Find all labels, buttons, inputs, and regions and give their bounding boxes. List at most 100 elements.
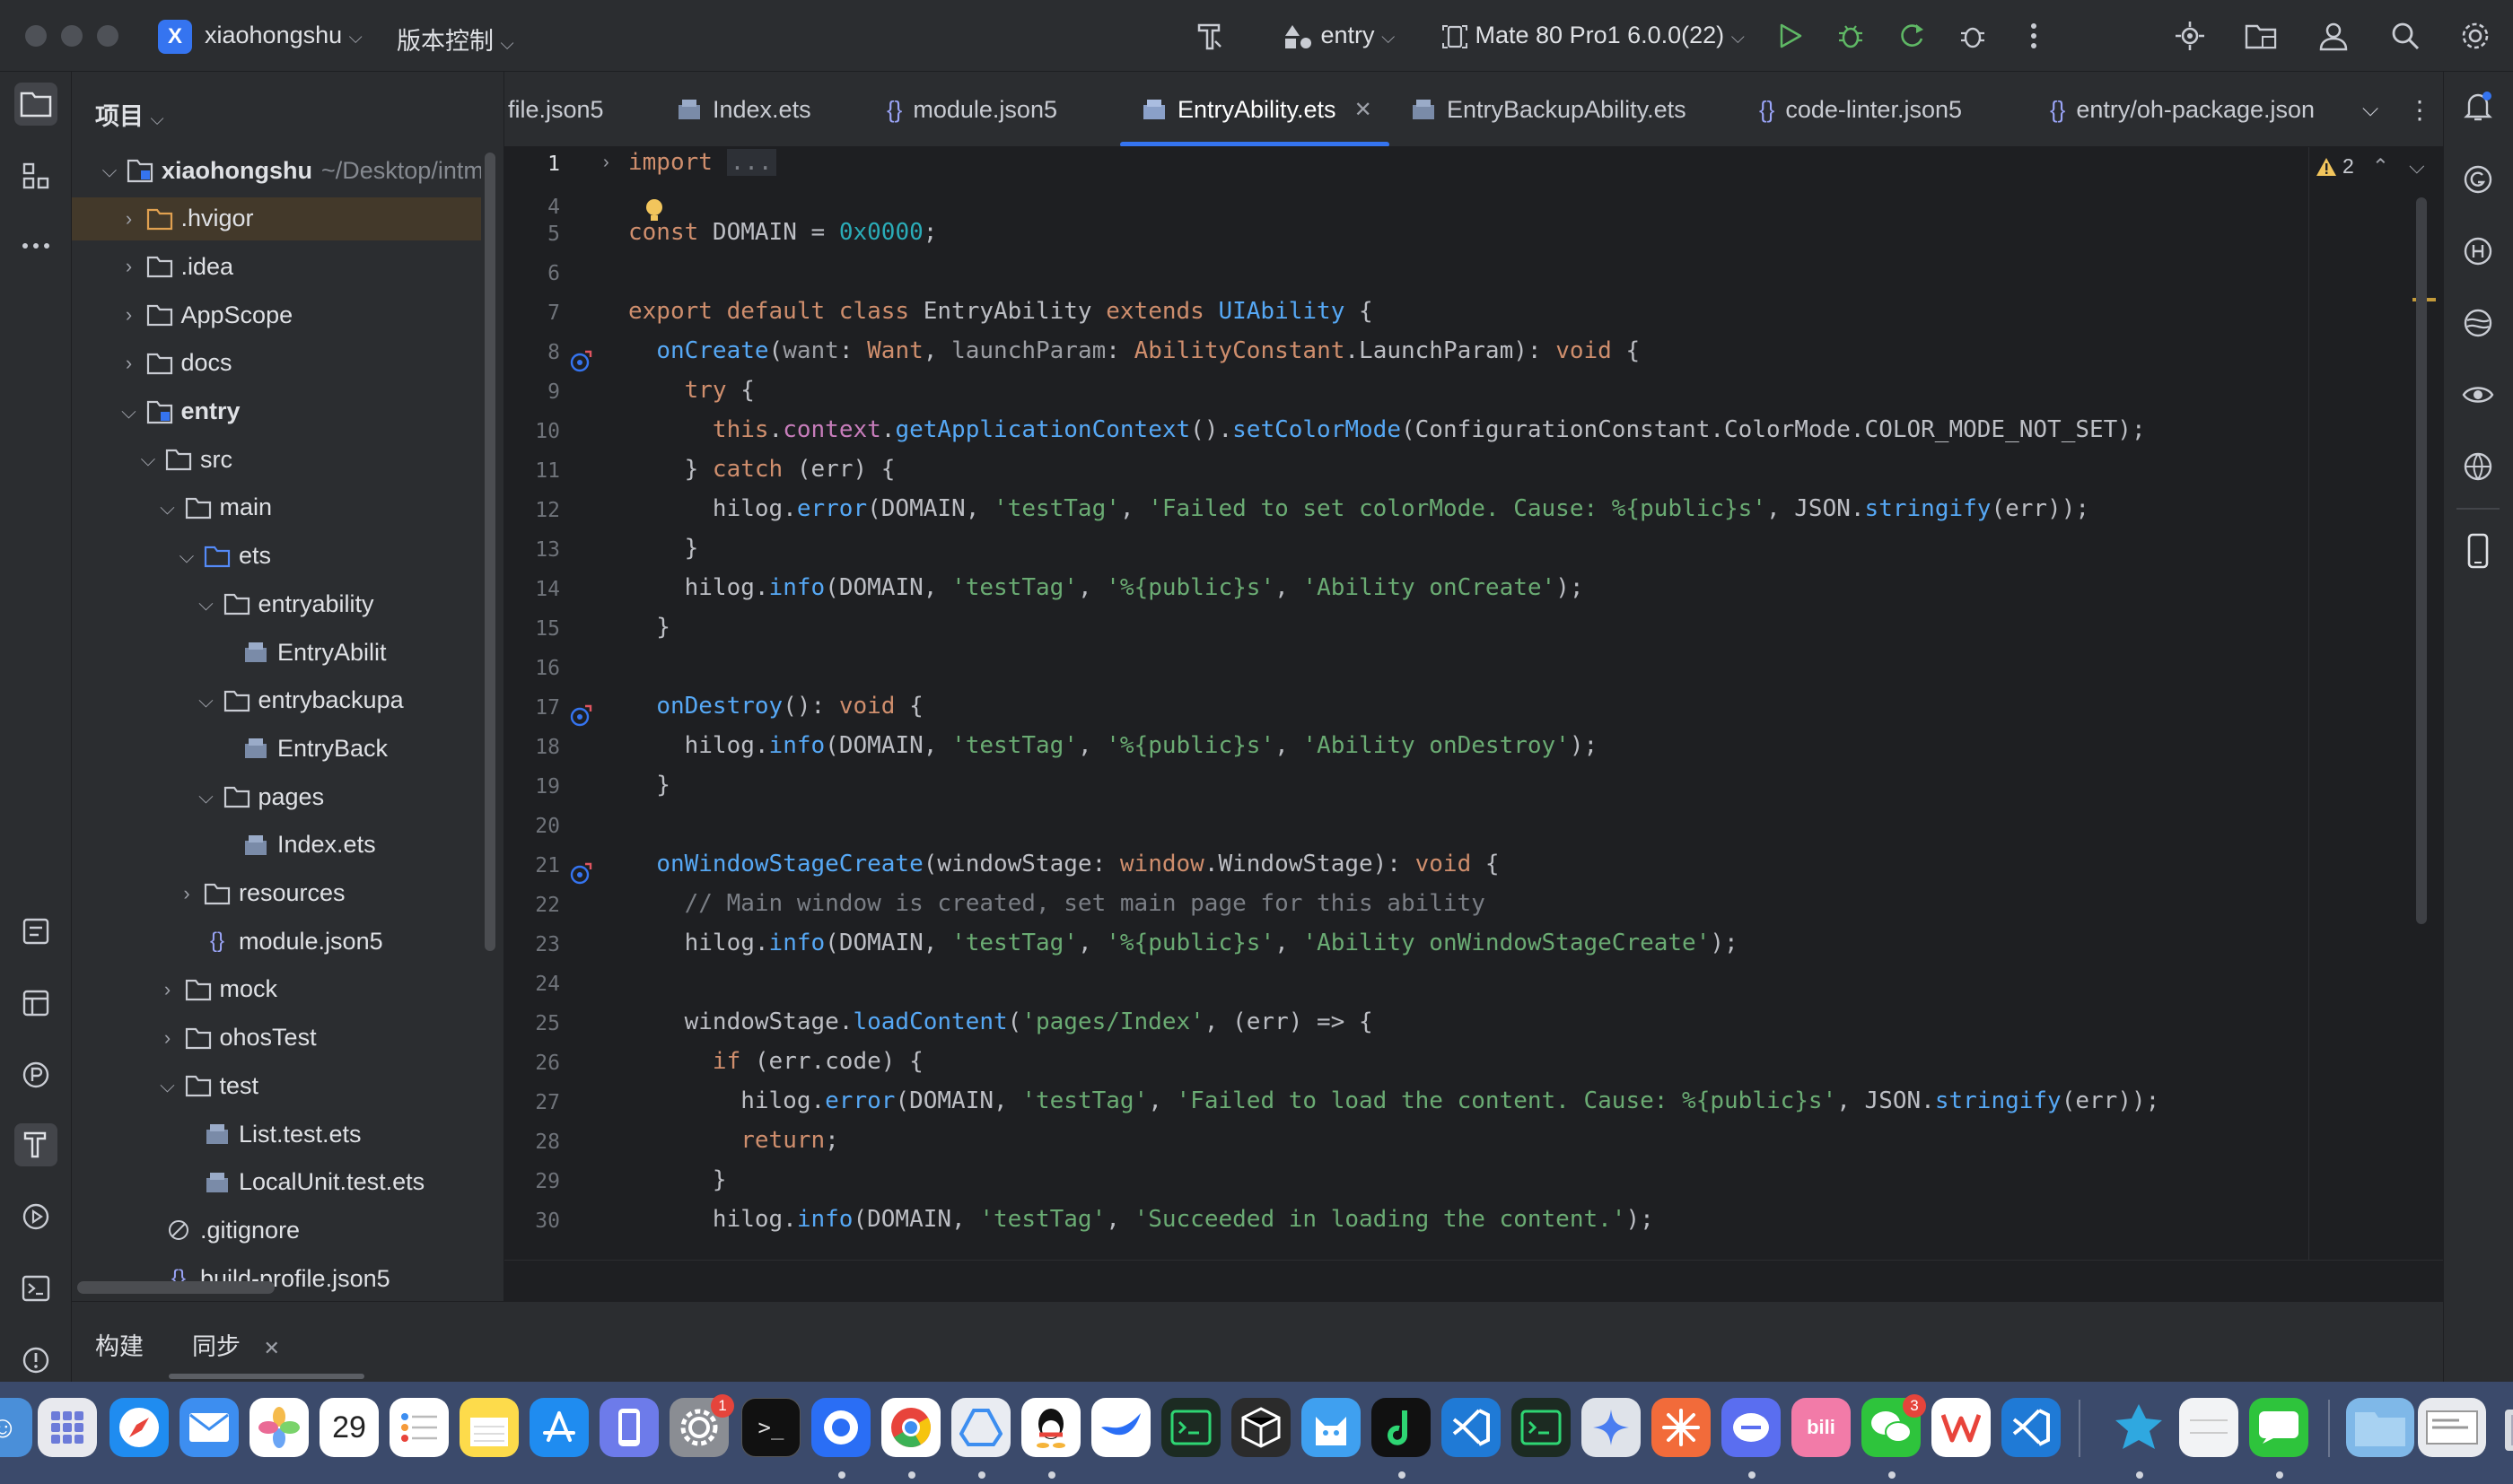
terminal-green-icon[interactable]	[1511, 1398, 1571, 1457]
debug-icon[interactable]	[1831, 16, 1870, 56]
todo-tool-button[interactable]	[14, 910, 57, 953]
account-icon[interactable]	[2314, 16, 2353, 56]
previous-highlight-icon[interactable]: ⌃	[2372, 154, 2389, 179]
override-marker-icon[interactable]	[569, 703, 594, 728]
tree-item-entryback[interactable]: EntryBack	[72, 727, 481, 770]
project-tree-vertical-scrollbar[interactable]	[485, 153, 495, 951]
tab-index-ets[interactable]: Index.ets	[677, 72, 811, 146]
launchpad-icon[interactable]	[38, 1398, 97, 1457]
vscode-icon[interactable]	[1441, 1398, 1501, 1457]
code-editor-app-icon[interactable]	[1161, 1398, 1221, 1457]
override-marker-icon[interactable]	[569, 348, 594, 373]
chevron-right-icon[interactable]: ›	[157, 1026, 179, 1050]
previewer-button[interactable]	[2456, 373, 2500, 416]
blank-app-icon[interactable]	[2179, 1398, 2238, 1457]
chevron-down-icon[interactable]: ⌵	[196, 785, 217, 808]
notes-icon[interactable]	[460, 1398, 519, 1457]
next-highlight-icon[interactable]: ⌵	[2409, 154, 2424, 179]
tree-item-xiaohongshu[interactable]: ⌵ xiaohongshu ~/Desktop/intm	[72, 149, 481, 192]
window-minimize-button[interactable]	[61, 25, 83, 47]
chevron-down-icon[interactable]: ⌵	[157, 1074, 179, 1097]
chevron-right-icon[interactable]: ›	[118, 255, 140, 278]
tree-item-resources[interactable]: › resources	[72, 872, 481, 915]
assistant-app-icon[interactable]	[1721, 1398, 1781, 1457]
chevron-down-icon[interactable]: ⌵	[137, 448, 159, 471]
layout-tool-button[interactable]	[14, 982, 57, 1025]
chevron-down-icon[interactable]: ⌵	[99, 159, 120, 182]
harmony-button[interactable]	[2456, 230, 2500, 273]
project-tree-horizontal-scrollbar[interactable]	[77, 1281, 275, 1294]
chevron-down-icon[interactable]: ⌵	[118, 400, 140, 423]
tree-item-pages[interactable]: ⌵ pages	[72, 775, 481, 818]
tab-build[interactable]: 构建	[95, 1327, 144, 1362]
tree-item-hvigor[interactable]: › .hvigor	[72, 196, 481, 240]
close-tab-icon[interactable]: ✕	[264, 1337, 280, 1359]
terminal-app-icon[interactable]: >_	[741, 1398, 801, 1457]
app-analyzer-button[interactable]	[2456, 445, 2500, 488]
attach-debugger-icon[interactable]	[1953, 16, 1992, 56]
tree-item-gitignore[interactable]: .gitignore	[72, 1209, 481, 1252]
chevron-down-icon[interactable]: ⌵	[157, 496, 179, 519]
problems-tool-button[interactable]	[14, 1339, 57, 1382]
tree-item-entryability[interactable]: ⌵ entryability	[72, 582, 481, 625]
editor-more-button[interactable]: ⋮	[2400, 72, 2439, 146]
recent-screenshot-icon[interactable]	[2418, 1398, 2486, 1457]
project-tool-button[interactable]	[14, 83, 57, 126]
reminders-icon[interactable]	[390, 1398, 449, 1457]
run-config-selector[interactable]: entry ⌵	[1283, 22, 1395, 50]
profiler-tool-button[interactable]	[14, 1053, 57, 1096]
music-app-icon[interactable]	[1371, 1398, 1431, 1457]
chevron-right-icon[interactable]: ›	[118, 207, 140, 231]
device-selector[interactable]: Mate 80 Pro1 6.0.0(22) ⌵	[1441, 22, 1745, 50]
messages-icon[interactable]	[2249, 1398, 2308, 1457]
tree-item-appscope[interactable]: › AppScope	[72, 293, 481, 336]
tree-item-mock[interactable]: › mock	[72, 968, 481, 1011]
cube-app-icon[interactable]	[1231, 1398, 1291, 1457]
chat-app-icon[interactable]	[811, 1398, 871, 1457]
tab-module-json5[interactable]: {} module.json5	[887, 72, 1057, 146]
claude-icon[interactable]	[1651, 1398, 1711, 1457]
tab-overflow-button[interactable]: ⌵	[2355, 72, 2386, 146]
tree-item-ets[interactable]: ⌵ ets	[72, 535, 481, 578]
window-close-button[interactable]	[25, 25, 47, 47]
more-actions-icon[interactable]	[2014, 16, 2053, 56]
more-tools-button[interactable]	[14, 224, 57, 267]
tab-sync[interactable]: 同步 ✕	[192, 1327, 280, 1362]
vcs-menu[interactable]: 版本控制 ⌵	[397, 22, 514, 57]
chrome-icon[interactable]	[881, 1398, 941, 1457]
structure-tool-button[interactable]	[14, 154, 57, 197]
chevron-right-icon[interactable]: ›	[157, 978, 179, 1001]
override-marker-icon[interactable]	[569, 860, 594, 886]
tree-item-entrybackupa[interactable]: ⌵ entrybackupa	[72, 679, 481, 722]
tab-file-json5[interactable]: file.json5	[508, 72, 604, 146]
close-tab-icon[interactable]: ✕	[1354, 97, 1372, 123]
notifications-button[interactable]	[2456, 84, 2500, 127]
chevron-right-icon[interactable]: ›	[176, 882, 197, 905]
vscode-secondary-icon[interactable]	[2001, 1398, 2061, 1457]
chevron-right-icon[interactable]: ›	[118, 352, 140, 375]
mail-icon[interactable]	[180, 1398, 239, 1457]
ai-assistant-button[interactable]	[2456, 301, 2500, 345]
chevron-right-icon[interactable]: ›	[118, 303, 140, 327]
code-editor[interactable]: 1 4 5 6 7 8 9 10 11 12 13 14 15 16 17 18 19 20 21 22 23 24 25 2…	[504, 147, 2443, 1260]
device-mirror-button[interactable]	[2456, 529, 2500, 572]
tree-item-localunit-test-ets[interactable]: LocalUnit.test.ets	[72, 1161, 481, 1204]
tab-entrybackupability-ets[interactable]: EntryBackupAbility.ets	[1411, 72, 1686, 146]
tab-entryability-ets[interactable]: EntryAbility.ets ✕	[1142, 72, 1372, 146]
apply-changes-icon[interactable]	[1892, 16, 1931, 56]
tree-item-entryabilit[interactable]: EntryAbilit	[72, 631, 481, 674]
finder-icon[interactable]: ☺	[0, 1398, 32, 1457]
run-tool-button[interactable]	[14, 1195, 57, 1238]
tree-item-entry[interactable]: ⌵ entry	[72, 390, 481, 433]
tree-item-main[interactable]: ⌵ main	[72, 486, 481, 529]
qq-icon[interactable]	[1021, 1398, 1081, 1457]
deveco-icon[interactable]	[2109, 1398, 2168, 1457]
project-badge[interactable]: X	[158, 20, 192, 54]
tree-item-src[interactable]: ⌵ src	[72, 438, 481, 481]
tab-oh-package-json[interactable]: {} entry/oh-package.json	[2050, 72, 2315, 146]
tree-item-docs[interactable]: › docs	[72, 342, 481, 385]
run-icon[interactable]	[1770, 16, 1809, 56]
window-zoom-button[interactable]	[97, 25, 118, 47]
tree-item-module-json5[interactable]: {} module.json5	[72, 920, 481, 963]
inspection-widget[interactable]: 2 ⌃ ⌵	[2316, 154, 2425, 179]
